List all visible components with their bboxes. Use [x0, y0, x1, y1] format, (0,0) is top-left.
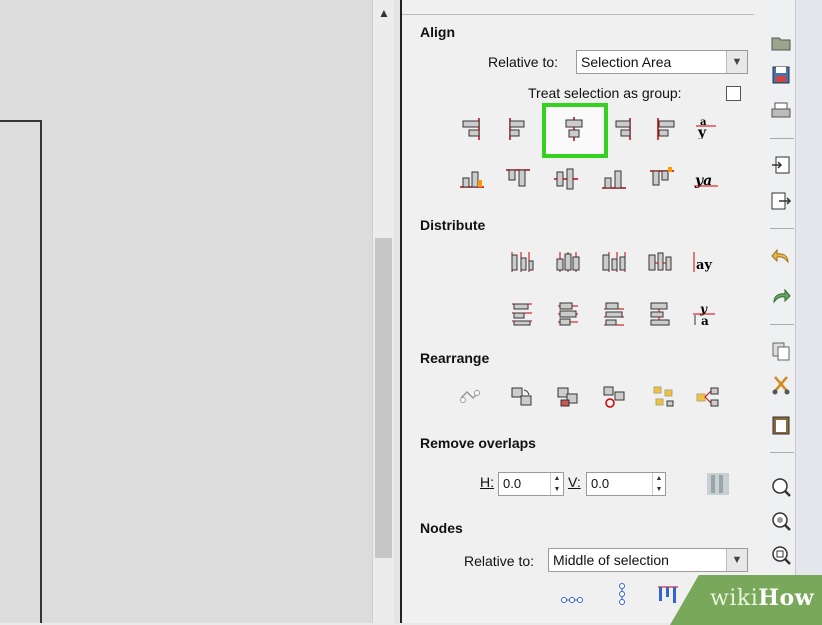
align-bottom-edges-icon[interactable]: [600, 165, 628, 193]
align-baseline-text-icon[interactable]: ay: [692, 112, 720, 140]
v-gap-value: 0.0: [591, 476, 610, 491]
remove-overlaps-title: Remove overlaps: [420, 435, 536, 451]
canvas-area[interactable]: [0, 0, 372, 623]
align-left-edges-icon[interactable]: [504, 115, 532, 143]
redo-icon[interactable]: [768, 284, 794, 310]
distribute-centers-horizontally-icon[interactable]: [554, 248, 582, 276]
chevron-down-icon: ▼: [726, 549, 747, 571]
copy-icon[interactable]: [768, 338, 794, 364]
toolbar-separator: [770, 324, 794, 325]
distribute-baselines-vertically-icon[interactable]: ya: [690, 300, 718, 328]
watermark-how: How: [758, 585, 815, 611]
remove-overlaps-icon[interactable]: [704, 470, 732, 498]
spin-arrows-icon[interactable]: ▲ ▼: [652, 473, 665, 495]
treat-group-checkbox[interactable]: [726, 86, 741, 101]
nodes-title: Nodes: [420, 520, 463, 536]
treat-group-label: Treat selection as group:: [528, 85, 682, 101]
h-gap-value: 0.0: [503, 476, 522, 491]
svg-text:a: a: [701, 314, 709, 327]
undo-icon[interactable]: [768, 244, 794, 270]
vertical-scrollbar[interactable]: ▲: [372, 0, 395, 623]
print-icon[interactable]: [768, 98, 794, 124]
distribute-title: Distribute: [420, 217, 486, 233]
nodes-relative-label: Relative to:: [464, 553, 535, 569]
align-top-to-bottom-icon[interactable]: [648, 165, 676, 193]
panel-tab-strip: [402, 0, 754, 15]
paste-icon[interactable]: [768, 412, 794, 438]
page-border: [0, 120, 42, 623]
v-gap-label: V:: [568, 474, 581, 490]
open-folder-icon[interactable]: [768, 30, 794, 56]
rearrange-title: Rearrange: [420, 350, 490, 366]
zoom-selection-icon[interactable]: [768, 474, 794, 500]
align-top-edges-icon[interactable]: [504, 165, 532, 193]
center-on-vertical-axis-icon[interactable]: [560, 115, 588, 143]
h-gap-spinbox[interactable]: 0.0 ▲ ▼: [498, 472, 564, 496]
align-title: Align: [420, 24, 455, 40]
toolbar-separator: [770, 452, 794, 453]
distribute-bottom-edges-icon[interactable]: [600, 300, 628, 328]
align-nodes-horizontal-icon[interactable]: [558, 586, 586, 614]
distribute-left-edges-icon[interactable]: [508, 248, 536, 276]
align-right-to-left-icon[interactable]: [458, 115, 486, 143]
h-gap-label: H:: [480, 474, 494, 490]
zoom-page-icon[interactable]: [768, 542, 794, 568]
snap-toolbar: [795, 0, 822, 623]
spin-arrows-icon[interactable]: ▲ ▼: [550, 473, 563, 495]
distribute-gaps-horizontally-icon[interactable]: [646, 248, 674, 276]
zoom-drawing-icon[interactable]: [768, 508, 794, 534]
distribute-nodes-icon[interactable]: [654, 582, 682, 610]
distribute-top-edges-icon[interactable]: [508, 300, 536, 328]
exchange-positions-graph-icon[interactable]: [456, 383, 484, 411]
scroll-up-icon[interactable]: ▲: [378, 6, 390, 20]
scrollbar-thumb[interactable]: [375, 238, 392, 558]
align-left-to-right-icon[interactable]: [652, 115, 680, 143]
unclump-objects-icon[interactable]: [694, 383, 722, 411]
align-distribute-panel: Align Relative to: Selection Area ▼ Trea…: [402, 0, 762, 623]
chevron-down-icon: ▼: [726, 51, 747, 73]
import-icon[interactable]: [768, 152, 794, 178]
toolbar-separator: [770, 138, 794, 139]
align-bottom-to-top-icon[interactable]: [458, 165, 486, 193]
save-icon[interactable]: [768, 62, 794, 88]
exchange-stacking-order-icon[interactable]: [554, 383, 582, 411]
align-right-edges-icon[interactable]: [608, 115, 636, 143]
align-relative-label: Relative to:: [488, 54, 559, 70]
cut-icon[interactable]: [768, 372, 794, 398]
nodes-relative-value: Middle of selection: [553, 552, 669, 568]
exchange-clockwise-icon[interactable]: [600, 383, 628, 411]
distribute-right-edges-icon[interactable]: [600, 248, 628, 276]
align-nodes-vertical-icon[interactable]: [608, 580, 636, 608]
toolbar-separator: [770, 228, 794, 229]
watermark-wiki: wiki: [710, 586, 759, 611]
svg-text:ay: ay: [696, 258, 712, 273]
align-relative-dropdown[interactable]: Selection Area ▼: [576, 50, 748, 74]
align-baseline-anchors-icon[interactable]: ya: [692, 165, 720, 193]
v-gap-spinbox[interactable]: 0.0 ▲ ▼: [586, 472, 666, 496]
distribute-gaps-vertically-icon[interactable]: [646, 300, 674, 328]
align-relative-value: Selection Area: [581, 54, 672, 70]
nodes-relative-dropdown[interactable]: Middle of selection ▼: [548, 548, 748, 572]
center-on-horizontal-axis-icon[interactable]: [552, 165, 580, 193]
distribute-centers-vertically-icon[interactable]: [554, 300, 582, 328]
svg-text:y: y: [697, 125, 707, 139]
exchange-selection-order-icon[interactable]: [508, 383, 536, 411]
randomize-positions-icon[interactable]: [650, 383, 678, 411]
svg-text:ya: ya: [694, 173, 712, 189]
distribute-baselines-horizontally-icon[interactable]: ay: [690, 248, 718, 276]
export-icon[interactable]: [768, 188, 794, 214]
